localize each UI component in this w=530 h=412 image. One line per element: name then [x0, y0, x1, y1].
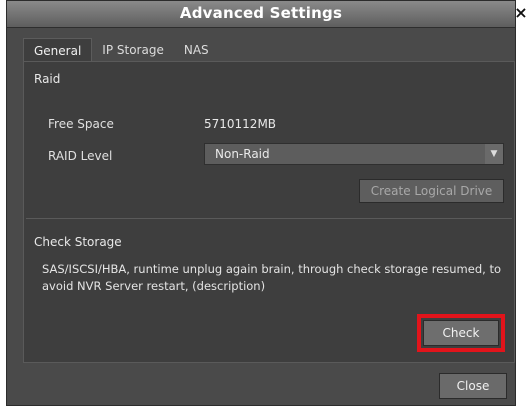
- section-divider: [26, 218, 512, 219]
- check-button[interactable]: Check: [423, 320, 499, 346]
- free-space-label: Free Space: [48, 117, 114, 131]
- tab-nas[interactable]: NAS: [174, 38, 219, 62]
- raid-level-select[interactable]: Non-Raid ▼: [204, 143, 504, 165]
- check-storage-section-title: Check Storage: [34, 235, 122, 249]
- tab-bar: General IP Storage NAS: [23, 38, 219, 62]
- close-icon[interactable]: ×: [512, 4, 530, 22]
- raid-section-title: Raid: [34, 72, 61, 86]
- advanced-settings-dialog: Advanced Settings General IP Storage NAS…: [6, 0, 516, 406]
- dialog-title: Advanced Settings: [179, 4, 343, 22]
- tab-general[interactable]: General: [23, 38, 93, 62]
- close-button[interactable]: Close: [439, 373, 507, 399]
- tab-ip-storage[interactable]: IP Storage: [92, 38, 174, 62]
- create-logical-drive-button[interactable]: Create Logical Drive: [359, 179, 504, 203]
- chevron-down-icon[interactable]: ▼: [485, 144, 503, 164]
- raid-level-label: RAID Level: [48, 149, 113, 163]
- title-bar[interactable]: Advanced Settings: [7, 1, 515, 28]
- free-space-value: 5710112MB: [204, 117, 277, 131]
- check-storage-description: SAS/ISCSI/HBA, runtime unplug again brai…: [42, 262, 501, 293]
- raid-level-selected-value: Non-Raid: [215, 147, 270, 161]
